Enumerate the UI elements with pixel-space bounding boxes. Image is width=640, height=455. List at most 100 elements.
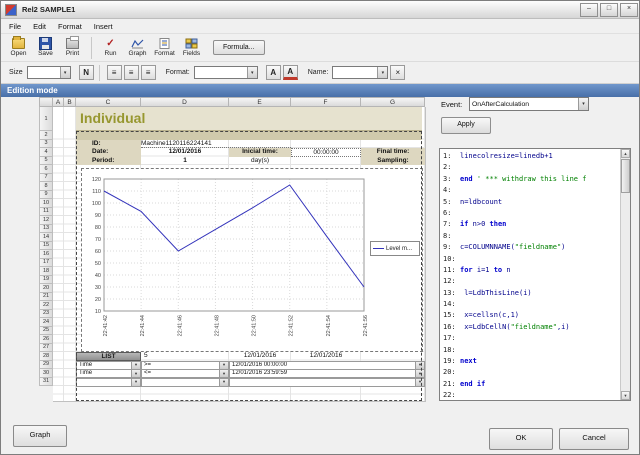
row-header-18[interactable]: 18 bbox=[39, 267, 53, 276]
row-header-7[interactable]: 7 bbox=[39, 173, 53, 182]
column-header-A[interactable]: A bbox=[53, 97, 64, 107]
chevron-down-icon[interactable]: ▾ bbox=[219, 361, 228, 369]
row-header-13[interactable]: 13 bbox=[39, 224, 53, 233]
row-header-8[interactable]: 8 bbox=[39, 182, 53, 191]
row-header-26[interactable]: 26 bbox=[39, 335, 53, 344]
chevron-down-icon[interactable]: ▾ bbox=[131, 378, 140, 386]
id-value-cell[interactable]: Machine1120116224141 bbox=[141, 140, 291, 148]
apply-button[interactable]: Apply bbox=[441, 117, 491, 134]
maximize-button[interactable]: □ bbox=[600, 2, 618, 17]
list-count-cell[interactable]: 5 bbox=[144, 352, 184, 361]
cancel-button[interactable]: Cancel bbox=[559, 428, 629, 450]
row-header-17[interactable]: 17 bbox=[39, 258, 53, 267]
code-scrollbar[interactable]: ▲ ▼ bbox=[620, 149, 630, 400]
column-header-D[interactable]: D bbox=[141, 97, 229, 107]
column-header-G[interactable]: G bbox=[361, 97, 425, 107]
row-header-15[interactable]: 15 bbox=[39, 241, 53, 250]
date-label-cell[interactable]: Date: bbox=[76, 148, 141, 157]
menu-item-format[interactable]: Format bbox=[52, 20, 88, 33]
scroll-thumb[interactable] bbox=[621, 159, 630, 193]
sampling-label-cell[interactable]: Sampling: bbox=[361, 156, 425, 165]
bold-button[interactable]: N bbox=[78, 65, 94, 80]
chevron-down-icon[interactable]: ▾ bbox=[131, 370, 140, 377]
chevron-down-icon[interactable]: ▾ bbox=[415, 361, 424, 369]
chevron-down-icon[interactable]: ▾ bbox=[246, 67, 257, 78]
period-label-cell[interactable]: Period: bbox=[76, 156, 141, 165]
ok-button[interactable]: OK bbox=[489, 428, 553, 450]
row-header-28[interactable]: 28 bbox=[39, 352, 53, 361]
initial-time-value-cell[interactable]: 00:00:00 bbox=[291, 148, 361, 157]
row-header-2[interactable]: 2 bbox=[39, 131, 53, 140]
filter-value-select[interactable]: ▾ bbox=[229, 377, 425, 387]
font-color-button[interactable]: A bbox=[282, 65, 298, 80]
row-header-20[interactable]: 20 bbox=[39, 284, 53, 293]
row-header-16[interactable]: 16 bbox=[39, 250, 53, 259]
embedded-chart[interactable]: 10 20 30 40 50 60 70 80 90 100 110 120 22:41:42 22:41… bbox=[81, 168, 423, 352]
row-header-3[interactable]: 3 bbox=[39, 139, 53, 148]
row-header-22[interactable]: 22 bbox=[39, 301, 53, 310]
name-select[interactable]: ▾ bbox=[332, 66, 389, 79]
formula-button[interactable]: Formula... bbox=[213, 40, 265, 55]
period-unit-cell[interactable]: day(s) bbox=[229, 157, 291, 166]
row-header-19[interactable]: 19 bbox=[39, 275, 53, 284]
print-button[interactable]: Print bbox=[59, 35, 86, 60]
select-all-corner[interactable] bbox=[39, 97, 53, 107]
row-header-9[interactable]: 9 bbox=[39, 190, 53, 199]
column-header-F[interactable]: F bbox=[291, 97, 361, 107]
row-header-24[interactable]: 24 bbox=[39, 318, 53, 327]
list-date-left-cell[interactable]: 12/01/2016 bbox=[229, 352, 291, 361]
row-header-1[interactable]: 1 bbox=[39, 107, 53, 131]
initial-time-label-cell[interactable]: Inicial time: bbox=[229, 148, 291, 157]
column-header-C[interactable]: C bbox=[76, 97, 141, 107]
chevron-down-icon[interactable]: ▾ bbox=[377, 67, 388, 78]
row-header-29[interactable]: 29 bbox=[39, 360, 53, 369]
row-header-10[interactable]: 10 bbox=[39, 199, 53, 208]
scroll-up-icon[interactable]: ▲ bbox=[621, 149, 630, 158]
align-left-button[interactable]: ≡ bbox=[106, 65, 122, 80]
delete-name-button[interactable]: × bbox=[390, 65, 406, 80]
align-right-button[interactable]: ≡ bbox=[140, 65, 156, 80]
id-label-cell[interactable]: ID: bbox=[76, 139, 141, 148]
row-header-21[interactable]: 21 bbox=[39, 292, 53, 301]
row-header-4[interactable]: 4 bbox=[39, 148, 53, 157]
row-header-30[interactable]: 30 bbox=[39, 369, 53, 378]
row-header-27[interactable]: 27 bbox=[39, 343, 53, 352]
row-header-11[interactable]: 11 bbox=[39, 207, 53, 216]
graph-footer-button[interactable]: Graph bbox=[13, 425, 67, 447]
menu-item-insert[interactable]: Insert bbox=[88, 20, 119, 33]
column-header-E[interactable]: E bbox=[229, 97, 291, 107]
chevron-down-icon[interactable]: ▾ bbox=[131, 361, 140, 369]
menu-item-edit[interactable]: Edit bbox=[27, 20, 52, 33]
row-header-14[interactable]: 14 bbox=[39, 233, 53, 242]
title-bar[interactable]: Rel2 SAMPLE1 – □ × bbox=[1, 1, 639, 19]
column-header-B[interactable]: B bbox=[64, 97, 76, 107]
align-center-button[interactable]: ≡ bbox=[123, 65, 139, 80]
format-select[interactable]: ▾ bbox=[193, 66, 258, 79]
close-button[interactable]: × bbox=[620, 2, 638, 17]
chevron-down-icon[interactable]: ▾ bbox=[219, 378, 228, 386]
save-button[interactable]: Save bbox=[32, 35, 59, 60]
event-select[interactable]: OnAfterCalculation ▾ bbox=[469, 97, 589, 111]
font-button[interactable]: A bbox=[265, 65, 281, 80]
final-time-label-cell[interactable]: Final time: bbox=[361, 148, 425, 157]
chevron-down-icon[interactable]: ▾ bbox=[415, 370, 424, 377]
period-value-cell[interactable]: 1 bbox=[141, 157, 229, 166]
run-button[interactable]: ✓ Run bbox=[97, 35, 124, 60]
row-header-31[interactable]: 31 bbox=[39, 377, 53, 386]
minimize-button[interactable]: – bbox=[580, 2, 598, 17]
graph-button[interactable]: Graph bbox=[124, 35, 151, 60]
chevron-down-icon[interactable]: ▾ bbox=[219, 370, 228, 377]
filter-operator-select[interactable]: ▾ bbox=[141, 377, 229, 387]
report-title-band[interactable]: Individual bbox=[76, 107, 422, 131]
chevron-down-icon[interactable]: ▾ bbox=[415, 378, 424, 386]
sheet-grid[interactable]: Individual ID: Machine1120116224141 Date… bbox=[53, 107, 426, 402]
list-date-right-cell[interactable]: 12/01/2016 bbox=[291, 352, 361, 361]
filter-field-select[interactable]: ▾ bbox=[76, 377, 141, 387]
date-value-cell[interactable]: 12/01/2016 bbox=[141, 148, 229, 157]
open-button[interactable]: Open bbox=[5, 35, 32, 60]
menu-item-file[interactable]: File bbox=[3, 20, 27, 33]
fields-button[interactable]: Fields bbox=[178, 35, 205, 60]
row-header-6[interactable]: 6 bbox=[39, 165, 53, 174]
row-header-12[interactable]: 12 bbox=[39, 216, 53, 225]
row-header-25[interactable]: 25 bbox=[39, 326, 53, 335]
